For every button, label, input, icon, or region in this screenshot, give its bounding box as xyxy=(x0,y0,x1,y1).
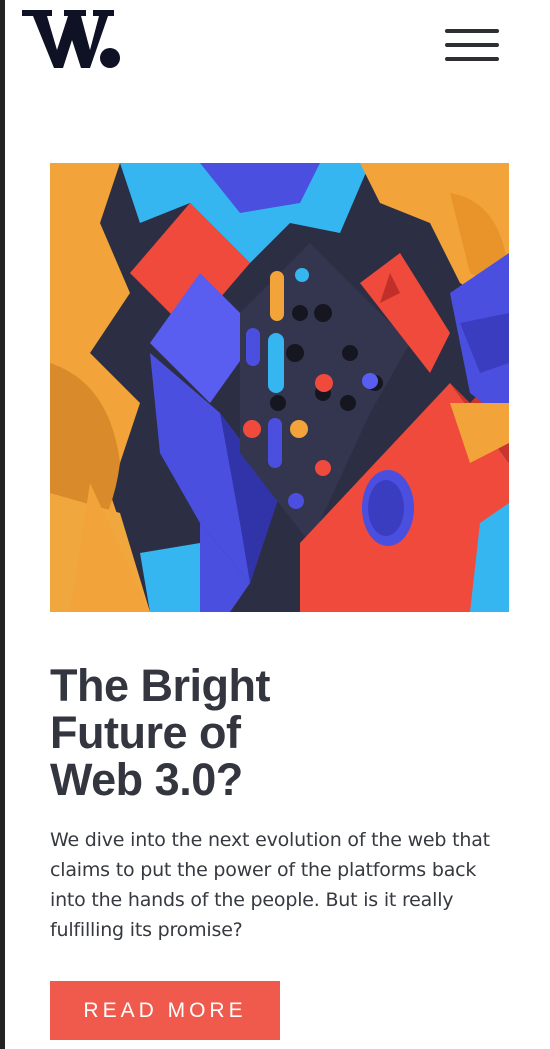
abstract-3d-shapes-image xyxy=(50,163,509,612)
hero-image xyxy=(50,163,509,612)
left-edge-bar xyxy=(0,0,5,1049)
w-logo-icon[interactable] xyxy=(22,6,122,72)
article-description: We dive into the next evolution of the w… xyxy=(50,829,490,941)
article-title: The Bright Future of Web 3.0? xyxy=(50,662,370,803)
site-header xyxy=(0,0,550,90)
title-line-3: Web 3.0? xyxy=(50,754,243,805)
hamburger-menu-icon[interactable] xyxy=(443,26,501,64)
read-more-button[interactable]: READ MORE xyxy=(50,981,280,1040)
title-line-2: Future of xyxy=(50,707,241,758)
title-line-1: The Bright xyxy=(50,660,270,711)
